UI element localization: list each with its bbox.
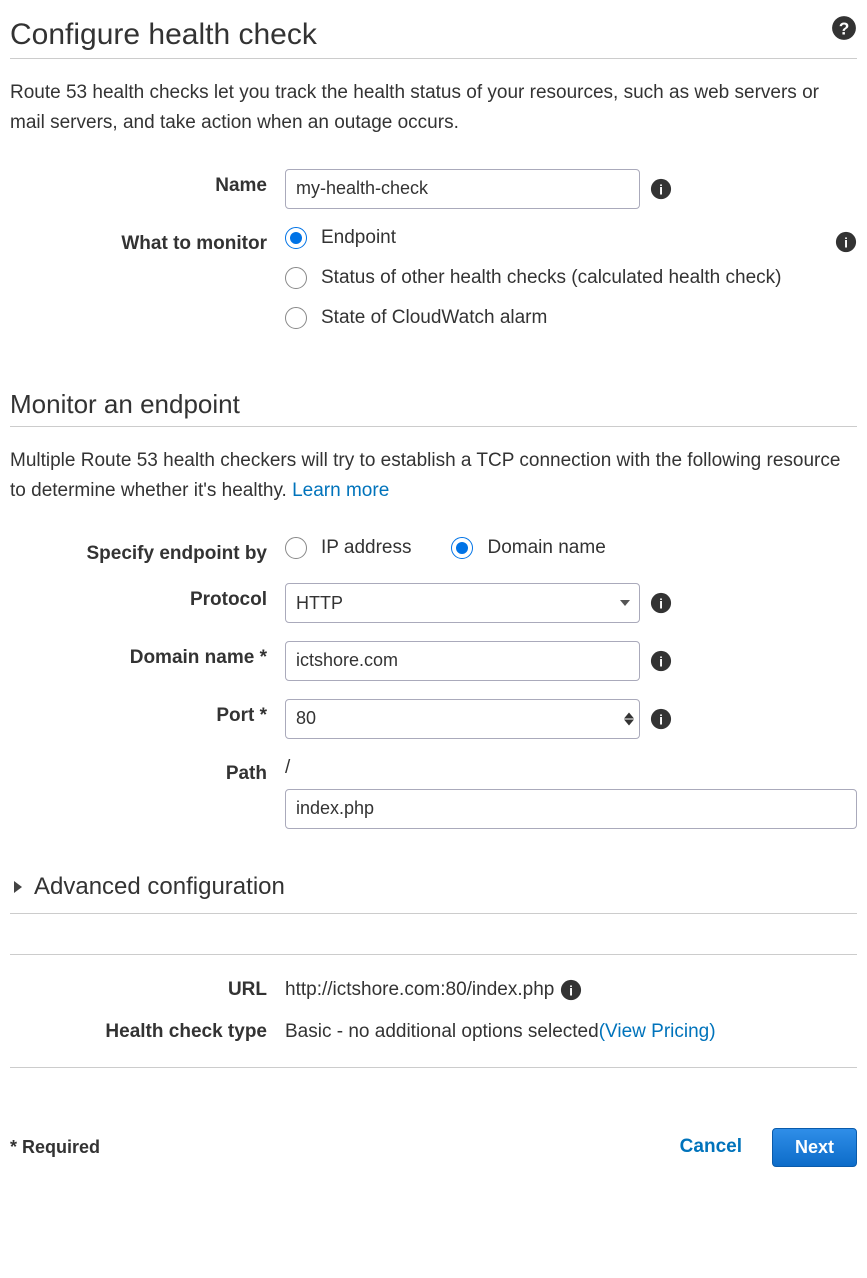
port-input[interactable]	[285, 699, 640, 739]
row-domain-name: Domain name * i	[10, 641, 857, 681]
radio-icon	[285, 537, 307, 559]
radio-label: IP address	[321, 537, 411, 559]
svg-text:?: ?	[839, 19, 850, 39]
info-icon[interactable]: i	[650, 650, 672, 672]
info-icon[interactable]: i	[560, 979, 582, 1001]
row-specify-endpoint: Specify endpoint by IP address Domain na…	[10, 537, 857, 565]
protocol-select[interactable]: HTTP	[285, 583, 640, 623]
advanced-configuration-toggle[interactable]: Advanced configuration	[10, 869, 857, 914]
svg-text:i: i	[659, 182, 663, 197]
row-protocol: Protocol HTTP i	[10, 583, 857, 623]
row-what-to-monitor: What to monitor Endpoint Status of other…	[10, 227, 857, 329]
row-name: Name i	[10, 169, 857, 209]
footer: * Required Cancel Next	[10, 1128, 857, 1167]
radio-label: Status of other health checks (calculate…	[321, 267, 781, 289]
radio-label: Endpoint	[321, 227, 396, 249]
help-icon[interactable]: ?	[831, 15, 857, 47]
summary-row-url: URL http://ictshore.com:80/index.php i	[10, 979, 857, 1001]
required-note: * Required	[10, 1137, 100, 1158]
radio-option-ip-address[interactable]: IP address	[285, 537, 411, 559]
summary-block: URL http://ictshore.com:80/index.php i H…	[10, 954, 857, 1068]
view-pricing-link[interactable]: (View Pricing)	[599, 1021, 716, 1043]
radio-icon	[451, 537, 473, 559]
learn-more-link[interactable]: Learn more	[292, 480, 389, 501]
advanced-title: Advanced configuration	[34, 873, 285, 901]
radio-option-cloudwatch[interactable]: State of CloudWatch alarm	[285, 307, 857, 329]
svg-text:i: i	[844, 235, 848, 250]
label-path: Path	[10, 757, 285, 785]
section-header-monitor-endpoint: Monitor an endpoint	[10, 359, 857, 427]
section-header-configure: Configure health check ?	[10, 10, 857, 59]
summary-row-type: Health check type Basic - no additional …	[10, 1021, 857, 1043]
svg-text:i: i	[659, 654, 663, 669]
label-port: Port *	[10, 699, 285, 727]
section-title: Monitor an endpoint	[10, 389, 240, 420]
svg-text:i: i	[569, 983, 573, 998]
path-input[interactable]	[285, 789, 857, 829]
radio-icon	[285, 267, 307, 289]
info-icon[interactable]: i	[650, 592, 672, 614]
radio-label: Domain name	[487, 537, 605, 559]
info-icon[interactable]: i	[650, 708, 672, 730]
row-port: Port * i	[10, 699, 857, 739]
endpoint-description: Multiple Route 53 health checkers will t…	[10, 446, 857, 507]
radio-option-endpoint[interactable]: Endpoint	[285, 227, 857, 249]
radio-option-domain-name[interactable]: Domain name	[451, 537, 605, 559]
radio-icon	[285, 307, 307, 329]
next-button[interactable]: Next	[772, 1128, 857, 1167]
value-health-check-type: Basic - no additional options selected	[285, 1021, 599, 1043]
radio-label: State of CloudWatch alarm	[321, 307, 547, 329]
page-description: Route 53 health checks let you track the…	[10, 78, 857, 139]
info-icon[interactable]: i	[650, 178, 672, 200]
label-what-to-monitor: What to monitor	[10, 227, 285, 255]
name-input[interactable]	[285, 169, 640, 209]
label-domain-name: Domain name *	[10, 641, 285, 669]
row-path: Path /	[10, 757, 857, 829]
caret-right-icon	[14, 881, 22, 893]
radio-option-calculated[interactable]: Status of other health checks (calculate…	[285, 267, 857, 289]
label-url: URL	[10, 979, 285, 1001]
page-title: Configure health check	[10, 18, 317, 52]
label-health-check-type: Health check type	[10, 1021, 285, 1043]
svg-text:i: i	[659, 596, 663, 611]
value-url: http://ictshore.com:80/index.php	[285, 979, 554, 1001]
svg-text:i: i	[659, 712, 663, 727]
domain-name-input[interactable]	[285, 641, 640, 681]
path-slash: /	[285, 757, 290, 779]
label-specify-endpoint: Specify endpoint by	[10, 537, 285, 565]
radio-icon	[285, 227, 307, 249]
cancel-button[interactable]: Cancel	[680, 1136, 742, 1158]
label-name: Name	[10, 169, 285, 197]
info-icon[interactable]: i	[835, 231, 857, 253]
label-protocol: Protocol	[10, 583, 285, 611]
